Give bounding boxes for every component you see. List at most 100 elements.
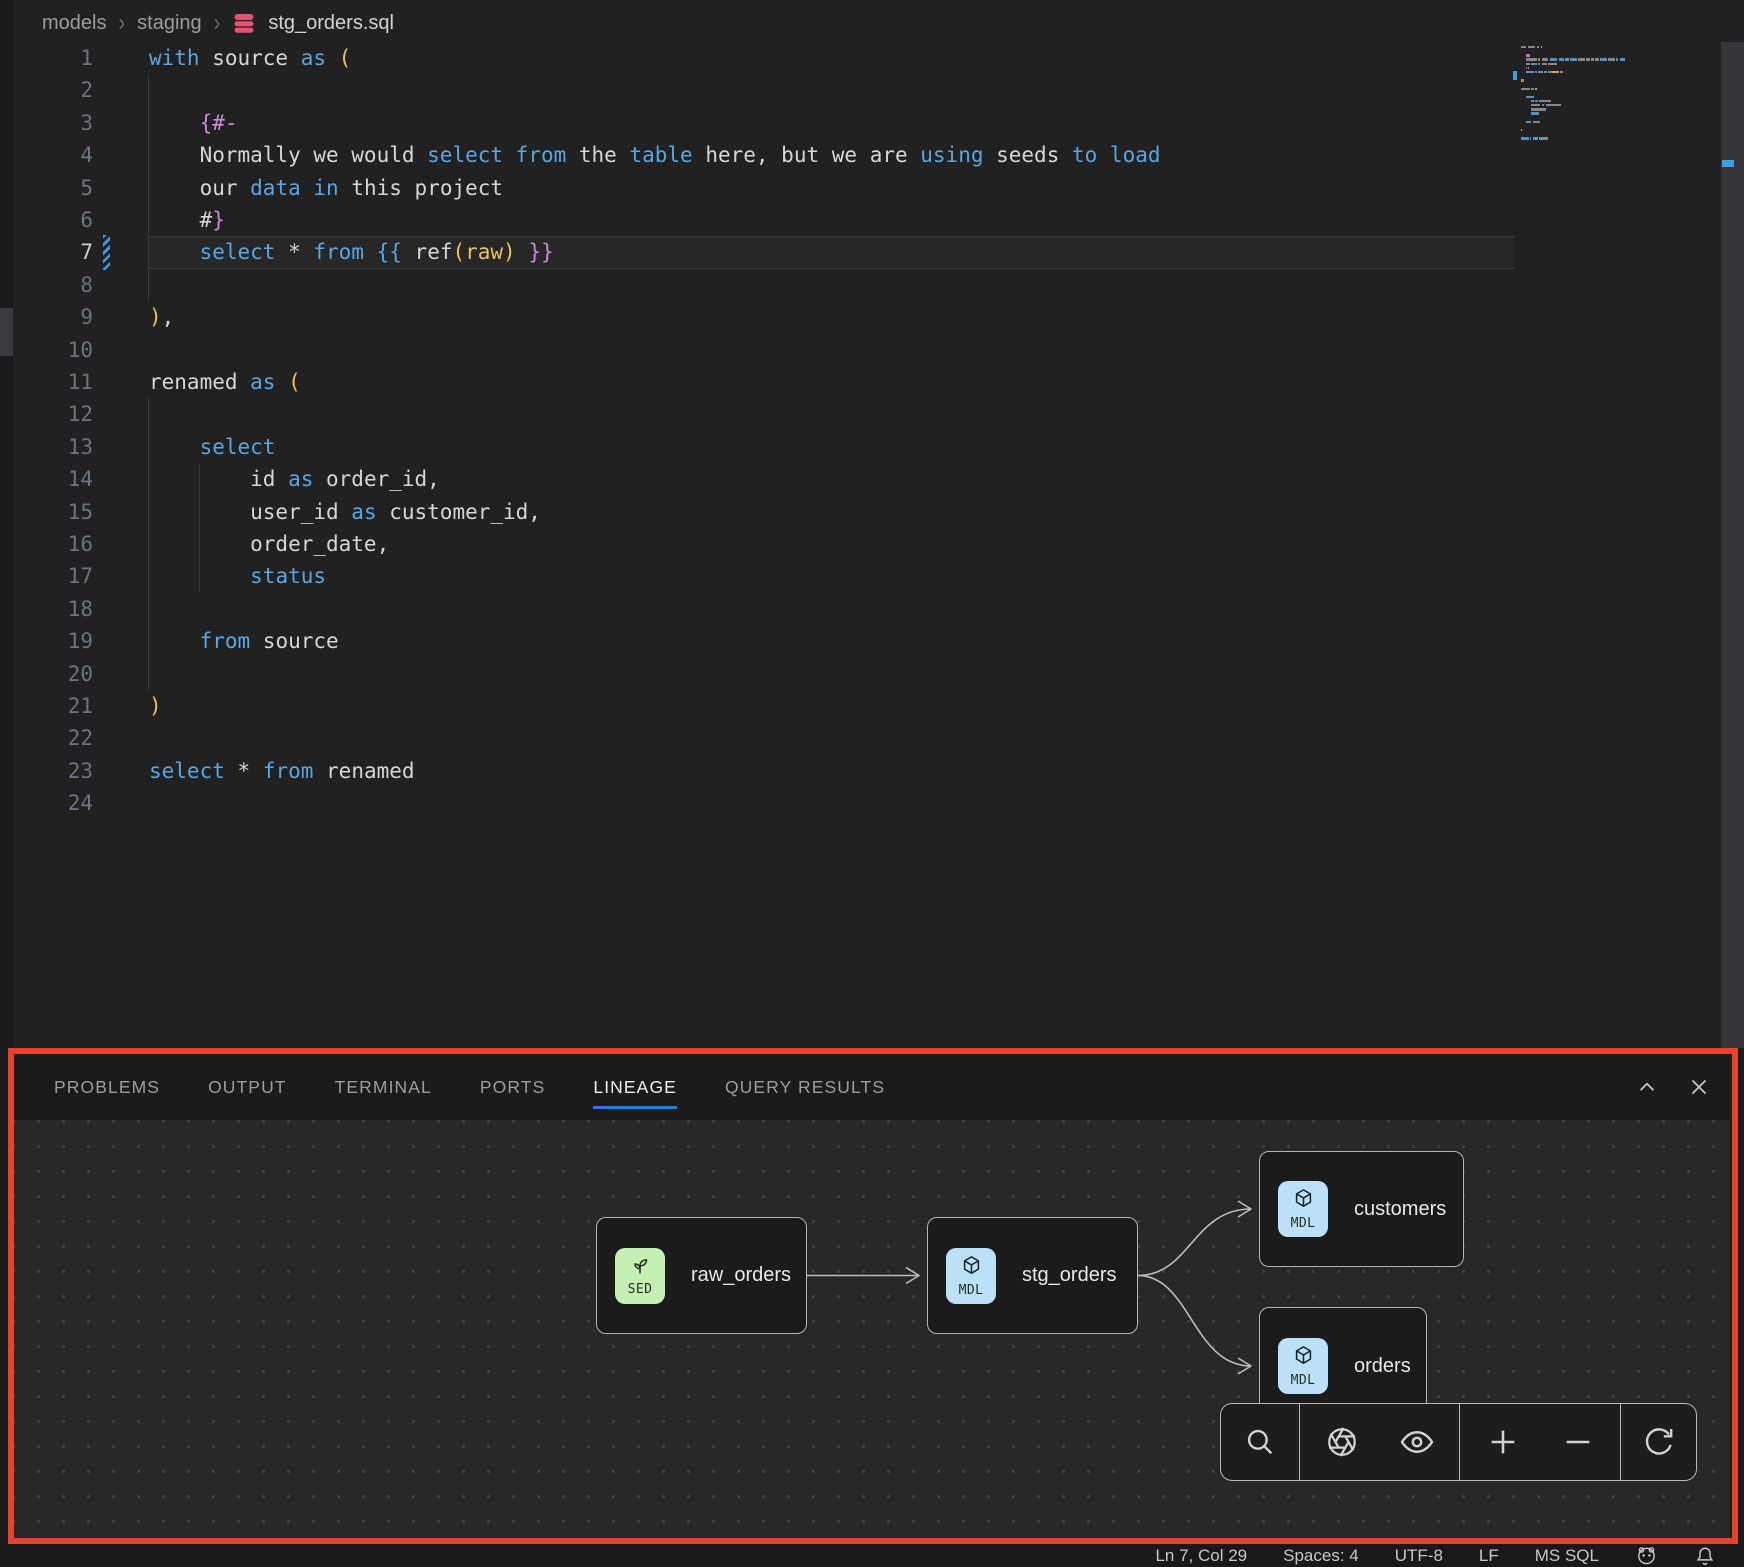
notifications-button[interactable] <box>1694 1545 1716 1567</box>
line-number[interactable]: 3 <box>20 107 93 139</box>
line-number[interactable]: 17 <box>20 560 93 592</box>
code-text: Normally we would select from the table … <box>149 139 1161 171</box>
copilot-button[interactable] <box>1635 1544 1658 1567</box>
line-number[interactable]: 11 <box>20 366 93 398</box>
code-text: status <box>149 560 326 592</box>
line-number[interactable]: 21 <box>20 690 93 722</box>
line-number[interactable]: 9 <box>20 301 93 333</box>
indent-guide <box>148 269 149 302</box>
code-line[interactable]: 14 id as order_id, <box>0 463 1744 496</box>
tab-output[interactable]: OUTPUT <box>208 1077 287 1098</box>
lineage-node-raw_orders[interactable]: SEDraw_orders <box>596 1217 807 1334</box>
code-line[interactable]: 3 {#- <box>0 107 1744 140</box>
line-number[interactable]: 23 <box>20 755 93 787</box>
line-number[interactable]: 8 <box>20 269 93 301</box>
zoom-in-button[interactable] <box>1471 1404 1535 1480</box>
minimap[interactable] <box>1515 42 1720 442</box>
tab-problems[interactable]: PROBLEMS <box>54 1077 160 1098</box>
code-line[interactable]: 22 <box>0 722 1744 755</box>
line-number[interactable]: 15 <box>20 496 93 528</box>
lineage-node-customers[interactable]: MDLcustomers <box>1259 1151 1464 1267</box>
code-line[interactable]: 13 select <box>0 431 1744 464</box>
model-badge: MDL <box>1278 1338 1328 1394</box>
code-line[interactable]: 8 <box>0 269 1744 302</box>
line-number[interactable]: 18 <box>20 593 93 625</box>
code-line[interactable]: 20 <box>0 658 1744 691</box>
code-line[interactable]: 12 <box>0 398 1744 431</box>
search-button[interactable] <box>1228 1404 1292 1480</box>
code-text: {#- <box>149 107 238 139</box>
code-line[interactable]: 9), <box>0 301 1744 334</box>
breadcrumb-segment-models[interactable]: models <box>42 12 106 35</box>
line-number[interactable]: 12 <box>20 398 93 430</box>
status-cursor-position[interactable]: Ln 7, Col 29 <box>1155 1546 1247 1566</box>
code-text: ), <box>149 301 174 333</box>
editor-region[interactable]: models › staging › stg_orders.sql 1with … <box>0 0 1744 1048</box>
status-bar: Ln 7, Col 29 Spaces: 4 UTF-8 LF MS SQL <box>0 1544 1744 1567</box>
zoom-out-button[interactable] <box>1546 1404 1610 1480</box>
code-line[interactable]: 16 order_date, <box>0 528 1744 561</box>
line-number[interactable]: 20 <box>20 658 93 690</box>
code-line[interactable]: 23 select * from renamed <box>0 755 1744 788</box>
vscode-window: models › staging › stg_orders.sql 1with … <box>0 0 1744 1567</box>
panel-header: PROBLEMS OUTPUT TERMINAL PORTS LINEAGE QUERY … <box>14 1054 1730 1120</box>
line-number[interactable]: 24 <box>20 787 93 819</box>
code-line[interactable]: 11renamed as ( <box>0 366 1744 399</box>
eye-icon <box>1402 1432 1432 1452</box>
status-language-mode[interactable]: MS SQL <box>1535 1546 1599 1566</box>
breadcrumb-file-name[interactable]: stg_orders.sql <box>268 12 394 35</box>
code-line[interactable]: 15 user_id as customer_id, <box>0 496 1744 529</box>
line-number[interactable]: 13 <box>20 431 93 463</box>
editor-scrollbar[interactable] <box>1721 42 1744 1048</box>
copilot-icon <box>1639 1548 1654 1564</box>
status-indentation[interactable]: Spaces: 4 <box>1283 1546 1359 1566</box>
code-line[interactable]: 18 <box>0 593 1744 626</box>
status-eol[interactable]: LF <box>1479 1546 1499 1566</box>
aperture-button[interactable] <box>1310 1404 1374 1480</box>
line-number[interactable]: 6 <box>20 204 93 236</box>
code-line[interactable]: 10 <box>0 334 1744 367</box>
code-line[interactable]: 24 <box>0 787 1744 820</box>
tab-ports[interactable]: PORTS <box>480 1077 545 1098</box>
panel-actions <box>1634 1074 1730 1100</box>
line-number[interactable]: 5 <box>20 172 93 204</box>
tab-terminal[interactable]: TERMINAL <box>335 1077 432 1098</box>
status-encoding[interactable]: UTF-8 <box>1395 1546 1443 1566</box>
tab-query-results[interactable]: QUERY RESULTS <box>725 1077 885 1098</box>
seed-icon <box>629 1254 651 1281</box>
code-line[interactable]: 4 Normally we would select from the tabl… <box>0 139 1744 172</box>
line-number[interactable]: 16 <box>20 528 93 560</box>
code-line[interactable]: 6 #} <box>0 204 1744 237</box>
badge-label: MDL <box>1291 1216 1316 1231</box>
line-number[interactable]: 7 <box>20 236 93 268</box>
code-line[interactable]: 5 our data in this project <box>0 172 1744 205</box>
code-line[interactable]: 7 select * from {{ ref(raw) }} <box>0 236 1744 269</box>
close-icon <box>1693 1081 1706 1094</box>
refresh-button[interactable] <box>1627 1404 1691 1480</box>
code-line[interactable]: 21) <box>0 690 1744 723</box>
lineage-toolbar <box>1220 1403 1697 1481</box>
code-text: select * from renamed <box>149 755 415 787</box>
line-number[interactable]: 14 <box>20 463 93 495</box>
breadcrumb-segment-staging[interactable]: staging <box>137 12 202 35</box>
line-number[interactable]: 1 <box>20 42 93 74</box>
line-number[interactable]: 4 <box>20 139 93 171</box>
line-number[interactable]: 22 <box>20 722 93 754</box>
indent-guide <box>148 658 149 691</box>
panel-close-button[interactable] <box>1686 1074 1712 1100</box>
code-line[interactable]: 17 status <box>0 560 1744 593</box>
model-badge: MDL <box>946 1248 996 1304</box>
code-text: ) <box>149 690 162 722</box>
line-number[interactable]: 2 <box>20 74 93 106</box>
panel-collapse-button[interactable] <box>1634 1074 1660 1100</box>
code-line[interactable]: 19 from source <box>0 625 1744 658</box>
toolbar-group-search <box>1221 1404 1300 1480</box>
line-number[interactable]: 10 <box>20 334 93 366</box>
code-line[interactable]: 2 <box>0 74 1744 107</box>
line-number[interactable]: 19 <box>20 625 93 657</box>
visibility-button[interactable] <box>1385 1404 1449 1480</box>
status-items: Ln 7, Col 29 Spaces: 4 UTF-8 LF MS SQL <box>1155 1546 1599 1566</box>
lineage-node-stg_orders[interactable]: MDLstg_orders <box>927 1217 1138 1334</box>
code-line[interactable]: 1with source as ( <box>0 42 1744 75</box>
tab-lineage[interactable]: LINEAGE <box>593 1077 677 1098</box>
